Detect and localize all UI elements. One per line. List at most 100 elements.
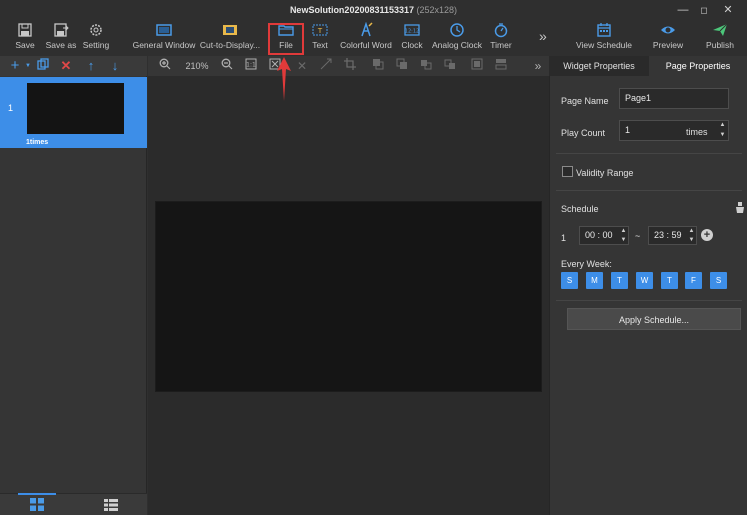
clock-label: Clock	[401, 40, 423, 50]
page-number: 1	[8, 103, 14, 113]
colorful-word-icon	[361, 22, 373, 37]
eye-icon	[661, 26, 675, 34]
distribute-icon[interactable]	[493, 58, 509, 74]
publish-button[interactable]: Publish	[702, 22, 738, 50]
end-time-down-icon[interactable]: ▼	[687, 236, 696, 245]
cut-to-display-button[interactable]: Cut-to-Display...	[197, 22, 263, 50]
play-count-value: 1	[625, 125, 631, 135]
timer-button[interactable]: Timer	[488, 22, 514, 50]
file-highlight-box	[268, 23, 304, 55]
page-name-input[interactable]: Page1	[619, 88, 729, 109]
close-button[interactable]: ✕	[721, 3, 735, 17]
remove-widget-icon[interactable]: ✕	[294, 58, 310, 74]
maximize-button[interactable]: ◻	[697, 3, 711, 17]
save-as-icon	[54, 23, 69, 37]
add-schedule-icon[interactable]: +	[701, 229, 713, 241]
time-range-separator: ~	[635, 231, 641, 241]
send-to-back-icon[interactable]	[394, 58, 410, 74]
solution-name: NewSolution20200831153317	[289, 5, 415, 15]
publish-label: Publish	[706, 40, 734, 50]
delete-page-icon[interactable]: ✕	[58, 58, 74, 74]
design-canvas[interactable]	[155, 201, 542, 392]
end-time-up-icon[interactable]: ▲	[687, 227, 696, 236]
view-schedule-label: View Schedule	[575, 40, 633, 50]
play-count-label: Play Count	[561, 128, 606, 138]
move-down-icon[interactable]: ↓	[107, 58, 123, 74]
zoom-level: 210%	[185, 61, 209, 71]
validity-range-checkbox[interactable]	[562, 166, 573, 177]
day-thursday-button[interactable]: T	[661, 272, 678, 289]
save-as-label: Save as	[45, 40, 77, 50]
clock-button[interactable]: 12:12 Clock	[398, 22, 426, 50]
colorful-word-label: Colorful Word	[340, 40, 392, 50]
day-tuesday-button[interactable]: T	[611, 272, 628, 289]
crop-icon[interactable]	[342, 58, 358, 74]
analog-clock-button[interactable]: Analog Clock	[430, 22, 484, 50]
fill-screen-icon[interactable]	[469, 58, 485, 74]
gear-icon	[90, 24, 102, 36]
play-count-input[interactable]: 1	[619, 120, 729, 141]
day-monday-button[interactable]: M	[586, 272, 603, 289]
bring-forward-icon[interactable]	[418, 58, 434, 74]
start-time-up-icon[interactable]: ▲	[619, 227, 628, 236]
start-time-down-icon[interactable]: ▼	[619, 236, 628, 245]
list-view-icon[interactable]	[104, 499, 118, 513]
schedule-row-number: 1	[561, 233, 567, 243]
copy-page-icon[interactable]	[35, 58, 51, 74]
grid-view-icon[interactable]	[30, 498, 44, 513]
editor-more-button[interactable]: »	[531, 58, 545, 74]
zoom-out-icon[interactable]	[219, 58, 235, 74]
save-as-button[interactable]: Save as	[44, 22, 78, 50]
tab-page-properties[interactable]: Page Properties	[649, 56, 747, 76]
general-window-button[interactable]: General Window	[131, 22, 197, 50]
play-count-up-icon[interactable]: ▲	[718, 121, 727, 130]
film-icon	[223, 25, 237, 35]
analog-clock-label: Analog Clock	[431, 40, 483, 50]
zoom-in-icon[interactable]	[157, 58, 173, 74]
text-icon: T	[312, 24, 328, 36]
text-button[interactable]: T Text	[306, 22, 334, 50]
solution-size: (252x128)	[416, 5, 458, 15]
save-label: Save	[15, 40, 35, 50]
text-label: Text	[312, 40, 328, 50]
preview-button[interactable]: Preview	[650, 22, 686, 50]
apply-schedule-button[interactable]: Apply Schedule...	[567, 308, 741, 330]
view-mode-bar	[0, 493, 147, 515]
play-count-unit: times	[686, 127, 708, 137]
start-time-value: 00 : 00	[585, 230, 613, 240]
divider	[556, 153, 742, 154]
send-backward-icon[interactable]	[442, 58, 458, 74]
colorful-word-button[interactable]: Colorful Word	[338, 22, 394, 50]
red-arrow-icon	[277, 57, 291, 101]
day-friday-button[interactable]: F	[685, 272, 702, 289]
svg-text:T: T	[317, 27, 323, 35]
schedule-label: Schedule	[561, 204, 599, 214]
setting-button[interactable]: Setting	[80, 22, 112, 50]
general-window-label: General Window	[132, 40, 196, 50]
window-title: NewSolution20200831153317 (252x128)	[0, 5, 747, 15]
send-icon	[713, 23, 728, 36]
page-play-count: 1times	[26, 139, 49, 146]
calendar-icon	[597, 23, 611, 37]
play-count-down-icon[interactable]: ▼	[718, 131, 727, 140]
view-schedule-button[interactable]: View Schedule	[574, 22, 634, 50]
day-wednesday-button[interactable]: W	[636, 272, 653, 289]
save-icon	[18, 23, 32, 37]
bring-to-front-icon[interactable]	[370, 58, 386, 74]
tab-widget-properties[interactable]: Widget Properties	[549, 56, 649, 76]
timer-label: Timer	[490, 40, 512, 50]
divider	[556, 190, 742, 191]
toolbar-more-button[interactable]: »	[539, 28, 553, 44]
day-saturday-button[interactable]: S	[710, 272, 727, 289]
save-button[interactable]: Save	[10, 22, 40, 50]
clear-schedule-icon[interactable]	[735, 202, 745, 215]
day-sunday-button[interactable]: S	[561, 272, 578, 289]
page-thumbnail	[27, 83, 124, 134]
end-time-value: 23 : 59	[654, 230, 682, 240]
align-icon[interactable]	[318, 58, 334, 74]
divider	[556, 300, 742, 301]
minimize-button[interactable]: —	[676, 3, 690, 17]
move-up-icon[interactable]: ↑	[83, 58, 99, 74]
actual-size-icon[interactable]: 1:1	[243, 58, 259, 74]
add-page-dropdown-icon[interactable]: ▼	[20, 58, 36, 74]
